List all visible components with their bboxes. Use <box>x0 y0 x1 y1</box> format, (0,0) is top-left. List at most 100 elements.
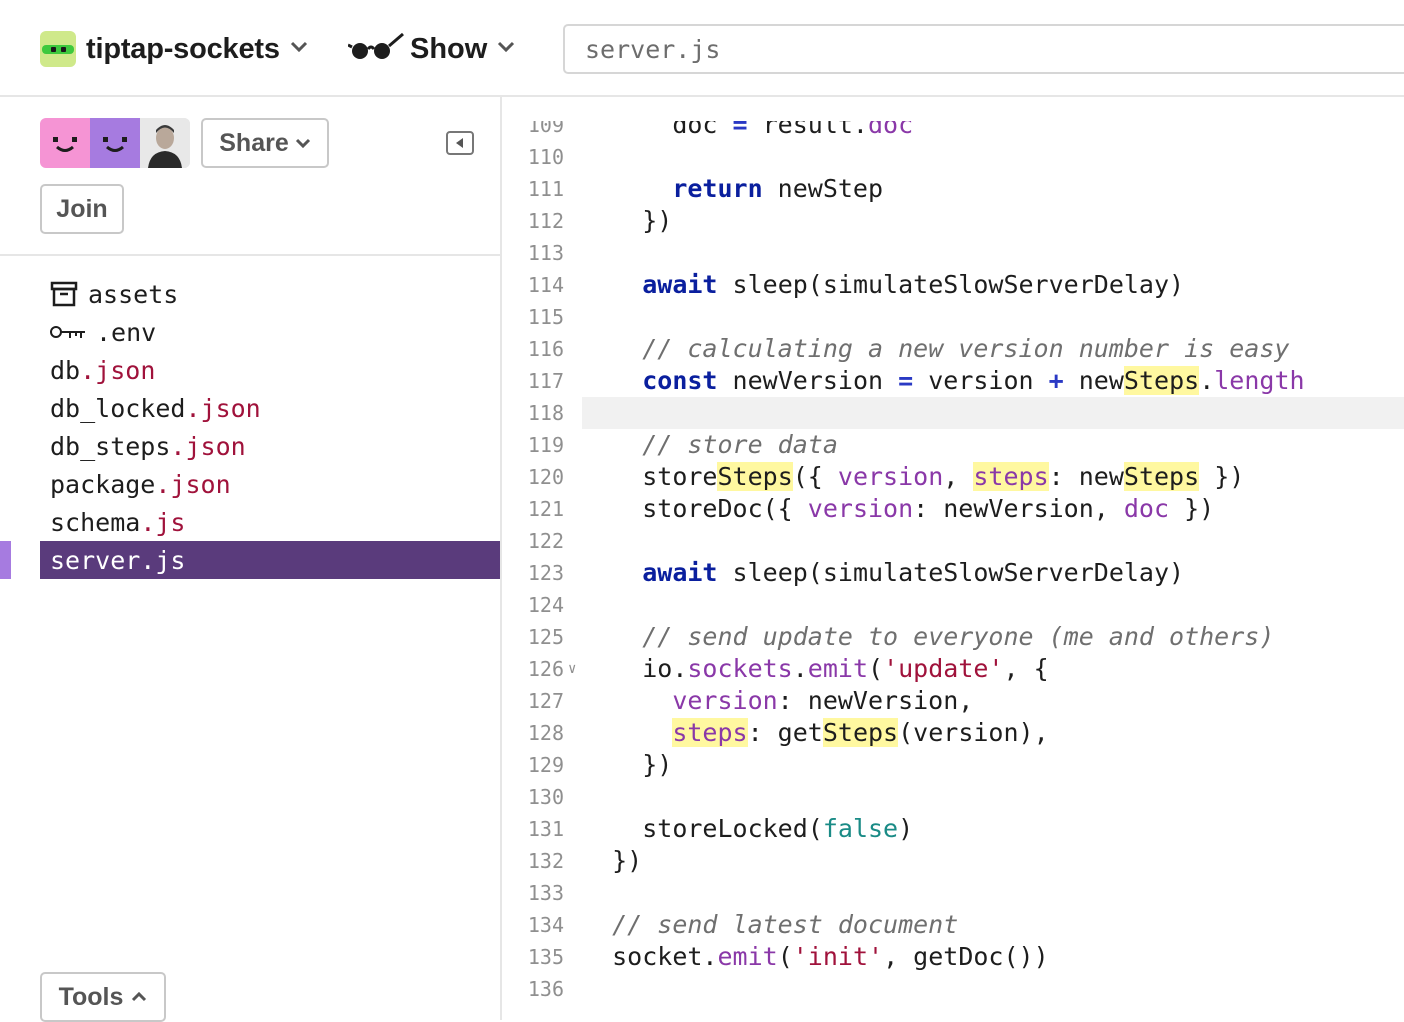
join-button[interactable]: Join <box>40 184 124 234</box>
code-token: sleep(simulateSlowServerDelay) <box>717 558 1185 587</box>
file-extension: .json <box>185 393 261 423</box>
tools-button[interactable]: Tools <box>40 972 166 1022</box>
code-line[interactable]: 111 return newStep <box>502 173 1404 205</box>
file-item-assets[interactable]: assets <box>0 275 500 313</box>
glasses-icon <box>347 31 404 68</box>
code-line[interactable]: 131 storeLocked(false) <box>502 813 1404 845</box>
code-token: , <box>943 462 974 491</box>
line-number: 114 <box>527 273 564 297</box>
code-token: result. <box>762 121 868 139</box>
file-item-env[interactable]: .env <box>0 313 500 351</box>
code-line[interactable]: 113 <box>502 237 1404 269</box>
code-line[interactable]: 112 }) <box>502 205 1404 237</box>
code-line[interactable]: 118 <box>502 397 1404 429</box>
code-line[interactable]: 117 const newVersion = version + newStep… <box>502 365 1404 397</box>
code-line[interactable]: 136 <box>502 973 1404 1005</box>
code-line[interactable]: 127 version: newVersion, <box>502 685 1404 717</box>
code-token: version <box>807 494 914 523</box>
code-line[interactable]: 133 <box>502 877 1404 909</box>
share-button[interactable]: Share <box>201 118 329 168</box>
avatar[interactable] <box>140 118 190 168</box>
code-token: + <box>1048 366 1064 395</box>
code-token: newVersion <box>717 366 899 395</box>
code-line[interactable]: 135 socket.emit('init', getDoc()) <box>502 941 1404 973</box>
code-token: }) <box>1169 494 1215 523</box>
code-line[interactable]: 110 <box>502 141 1404 173</box>
file-search-input[interactable] <box>563 24 1404 74</box>
avatar[interactable] <box>90 118 140 168</box>
code-text: }) <box>582 749 1404 781</box>
line-number: 113 <box>527 241 564 265</box>
avatar[interactable] <box>40 118 90 168</box>
code-editor[interactable]: 109 doc = result.doc 110 111 return newSte… <box>502 99 1404 1020</box>
code-token: }) <box>642 750 673 779</box>
code-token: ( <box>868 654 884 683</box>
code-token: = <box>717 121 763 139</box>
file-name: db_locked <box>50 393 186 423</box>
code-token: doc <box>867 121 914 139</box>
code-line[interactable]: 115 <box>502 301 1404 333</box>
file-list: assets .env db .json db_locked .json db_st… <box>0 275 500 579</box>
file-item-schema-js[interactable]: schema .js <box>0 503 500 541</box>
chevron-down-icon <box>295 138 311 148</box>
collapse-sidebar-icon[interactable] <box>446 131 474 155</box>
show-menu[interactable]: Show <box>347 28 515 70</box>
code-token: doc <box>1123 494 1170 523</box>
file-item-package-json[interactable]: package .json <box>0 465 500 503</box>
code-token: 'init' <box>792 942 884 971</box>
file-item-db-json[interactable]: db .json <box>0 351 500 389</box>
line-number: 128 <box>527 721 564 745</box>
code-token: version <box>672 686 778 715</box>
code-text: version: newVersion, <box>582 685 1404 717</box>
project-menu[interactable]: tiptap-sockets <box>40 28 308 70</box>
user-photo-icon <box>140 118 190 168</box>
line-number: 120 <box>527 465 564 489</box>
code-token: , getDoc()) <box>883 942 1049 971</box>
code-line[interactable]: 126 ∨ io.sockets.emit('update', { <box>502 653 1404 685</box>
file-item-server-js[interactable]: server.js <box>40 541 500 579</box>
code-token: 'update' <box>883 654 1004 683</box>
line-number: 123 <box>527 561 564 585</box>
line-number: 135 <box>527 945 564 969</box>
code-line[interactable]: 121 storeDoc({ version: newVersion, doc … <box>502 493 1404 525</box>
line-number: 117 <box>527 369 564 393</box>
code-text <box>582 397 1404 429</box>
code-token: sleep(simulateSlowServerDelay) <box>717 270 1185 299</box>
code-line[interactable]: 114 await sleep(simulateSlowServerDelay) <box>502 269 1404 301</box>
code-line[interactable]: 109 doc = result.doc <box>502 121 1404 141</box>
code-line[interactable]: 130 <box>502 781 1404 813</box>
code-line[interactable]: 122 <box>502 525 1404 557</box>
code-text: storeDoc({ version: newVersion, doc }) <box>582 493 1404 525</box>
file-item-db-steps-json[interactable]: db_steps .json <box>0 427 500 465</box>
line-number: 109 <box>527 121 564 137</box>
collaborator-avatars[interactable] <box>40 118 190 168</box>
code-line[interactable]: 124 <box>502 589 1404 621</box>
file-name: server.js <box>50 545 186 575</box>
code-token: ( <box>777 942 793 971</box>
file-item-db-locked-json[interactable]: db_locked .json <box>0 389 500 427</box>
chevron-down-icon <box>497 40 515 58</box>
code-text: return newStep <box>582 173 1404 205</box>
line-number: 119 <box>527 433 564 457</box>
code-line[interactable]: 132 }) <box>502 845 1404 877</box>
line-number: 126 <box>527 657 564 681</box>
chevron-up-icon <box>131 992 147 1002</box>
code-line[interactable]: 116 // calculating a new version number … <box>502 333 1404 365</box>
code-line[interactable]: 125 // send update to everyone (me and o… <box>502 621 1404 653</box>
code-line[interactable]: 129 }) <box>502 749 1404 781</box>
code-token: emit <box>717 942 778 971</box>
code-line[interactable]: 128 steps: getSteps(version), <box>502 717 1404 749</box>
code-text: socket.emit('init', getDoc()) <box>582 941 1404 973</box>
chevron-down-icon <box>290 40 308 58</box>
code-line[interactable]: 120 storeSteps({ version, steps: newStep… <box>502 461 1404 493</box>
fold-chevron-icon[interactable]: ∨ <box>568 653 576 685</box>
file-extension: .json <box>155 469 231 499</box>
code-line[interactable]: 123 await sleep(simulateSlowServerDelay) <box>502 557 1404 589</box>
code-line[interactable]: 134 // send latest document <box>502 909 1404 941</box>
code-line[interactable]: 119 // store data <box>502 429 1404 461</box>
code-token: const <box>642 366 718 395</box>
code-text: const newVersion = version + newSteps.le… <box>582 365 1404 397</box>
